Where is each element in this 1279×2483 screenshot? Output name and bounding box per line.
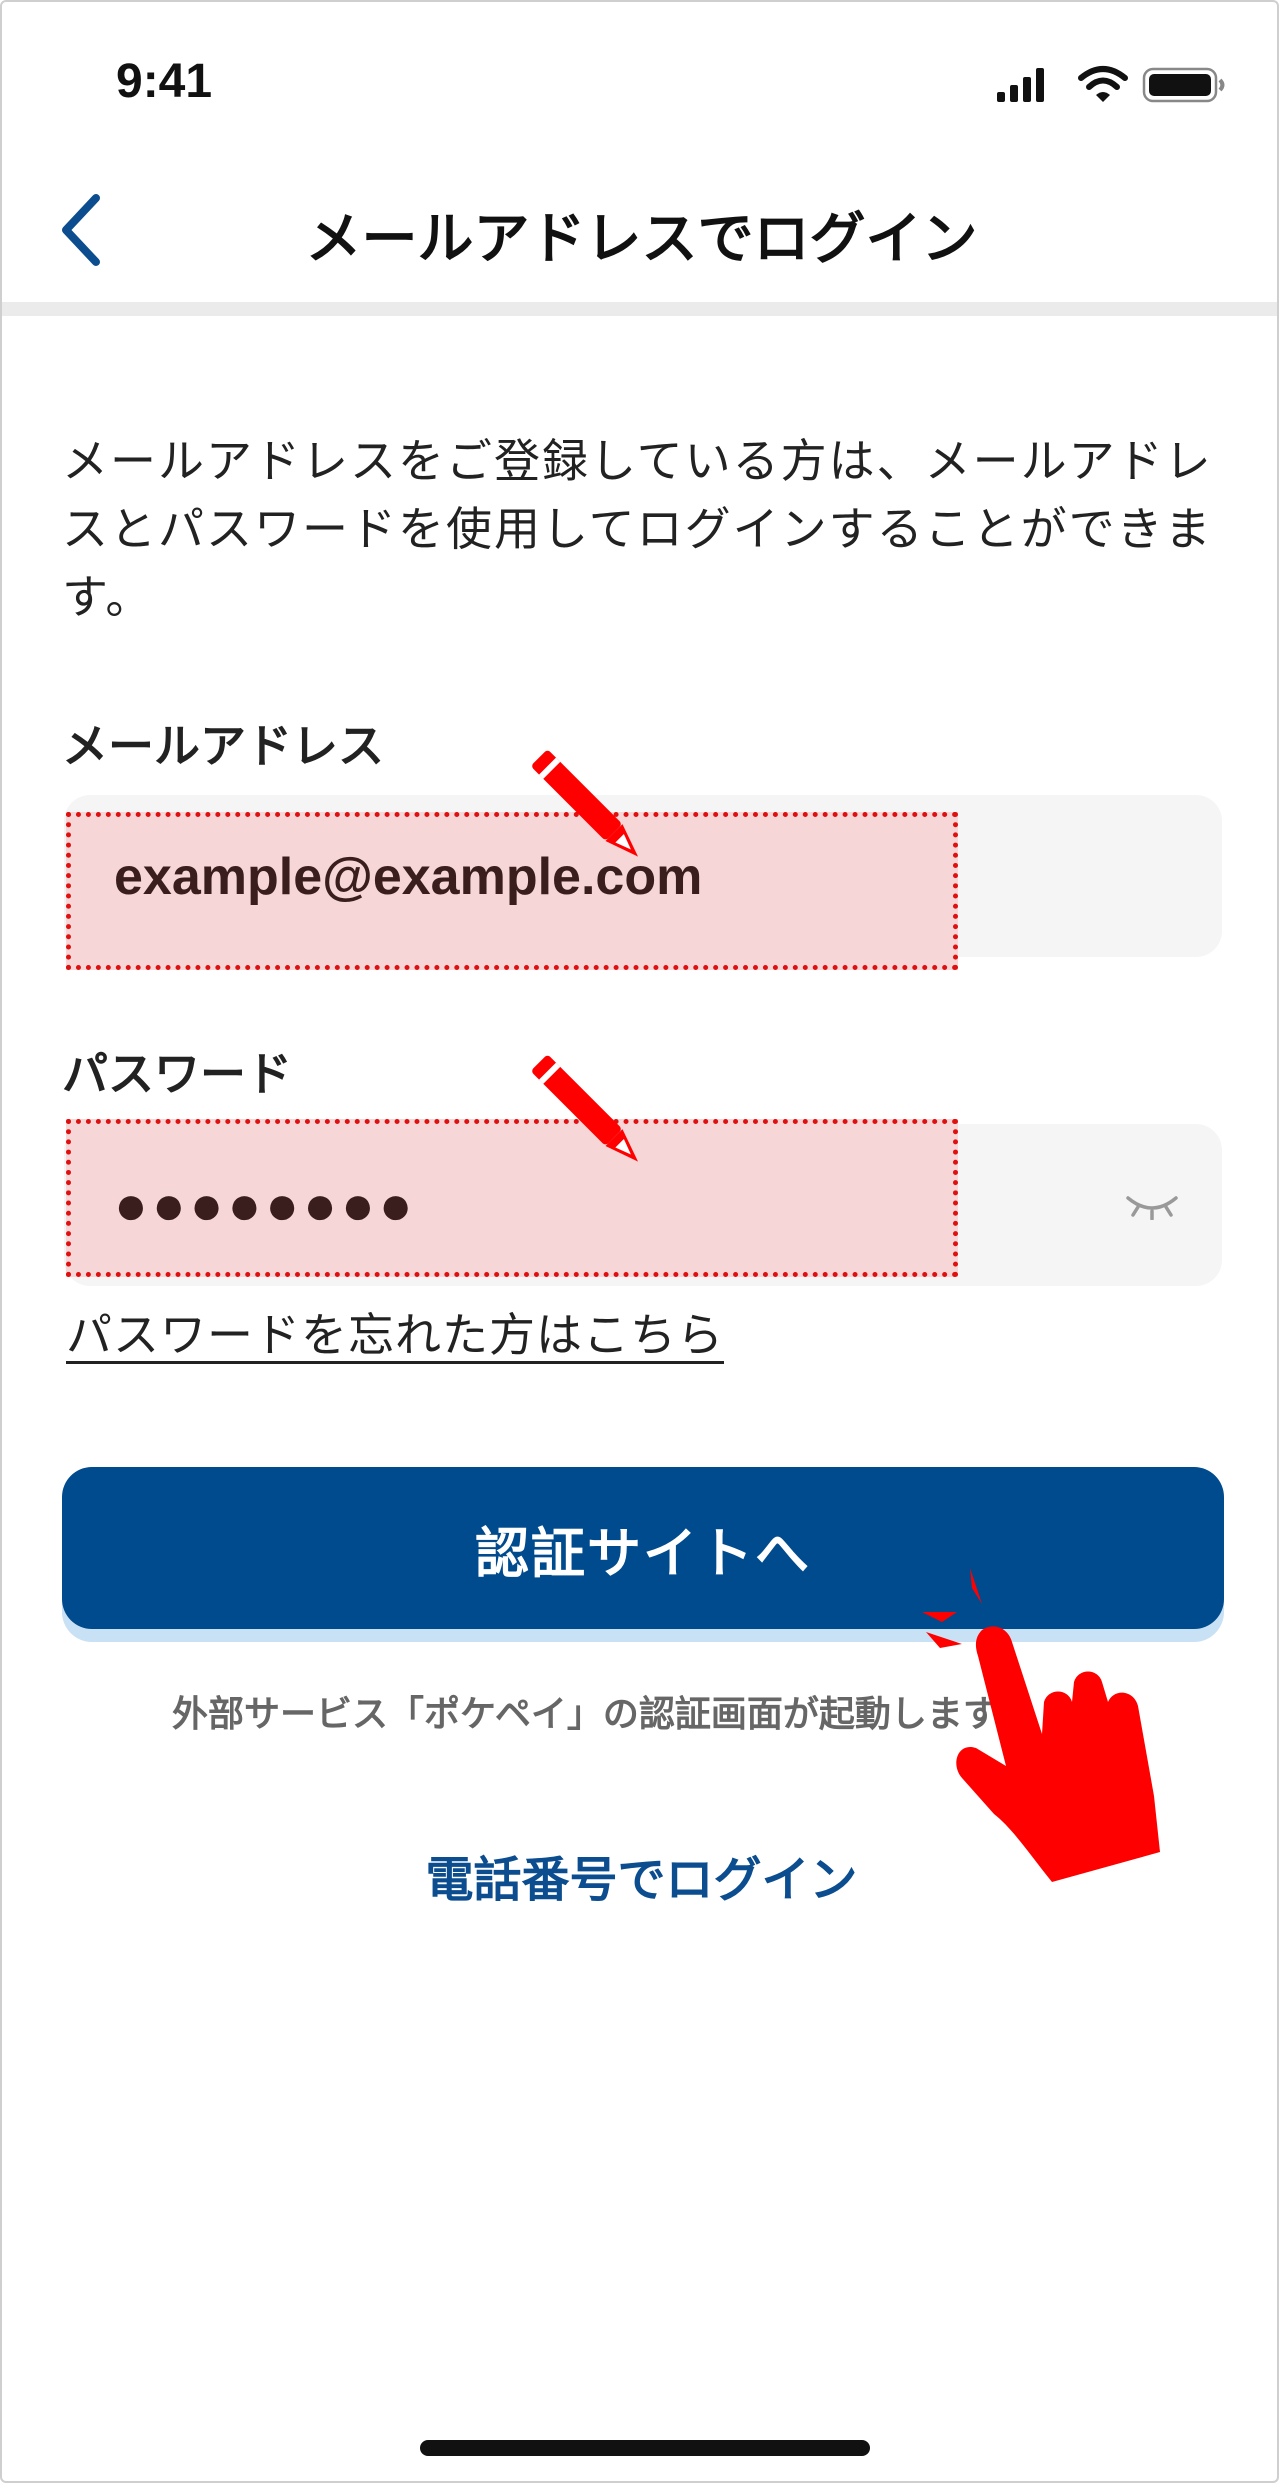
home-indicator bbox=[420, 2440, 870, 2456]
status-time: 9:41 bbox=[116, 55, 213, 108]
password-value: ●●●●●●●● bbox=[114, 1173, 417, 1236]
password-label: パスワード bbox=[62, 1047, 292, 1101]
page-title: メールアドレスでログイン bbox=[305, 207, 978, 272]
eye-closed-icon[interactable] bbox=[1124, 1190, 1180, 1220]
auth-button-label: 認証サイトへ bbox=[475, 1521, 811, 1585]
pencil-icon bbox=[532, 1055, 639, 1162]
phone-screen: 9:41 メールアドレスでログイン メールアドレスをご登録している方は、メールア… bbox=[0, 0, 1279, 2483]
header-divider bbox=[2, 302, 1277, 316]
tap-hand-icon bbox=[922, 1568, 1160, 1882]
forgot-password-link[interactable]: パスワードを忘れた方はこちら bbox=[66, 1299, 724, 1365]
intro-text: メールアドレスをご登録している方は、メールアドレスとパスワードを使用してログイン… bbox=[62, 434, 1213, 624]
pencil-icon bbox=[532, 750, 639, 857]
email-label: メールアドレス bbox=[62, 719, 384, 773]
signal-icon bbox=[997, 68, 1044, 102]
battery-icon bbox=[1142, 67, 1225, 103]
status-icons bbox=[997, 66, 1225, 103]
wifi-icon bbox=[1078, 66, 1128, 102]
